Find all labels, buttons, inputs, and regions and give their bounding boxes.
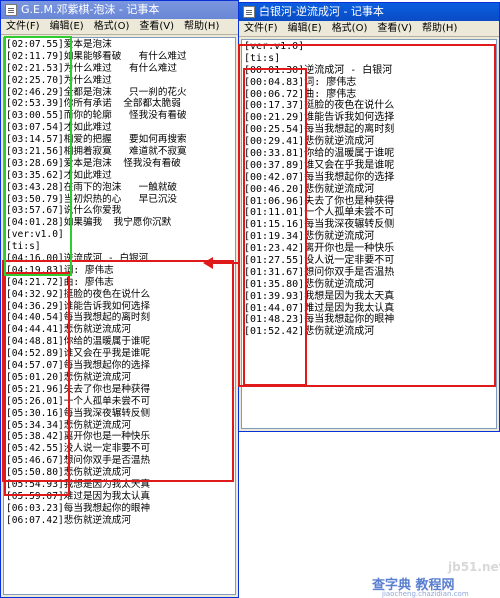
notepad-icon <box>243 6 255 18</box>
text-line: [06:07.42]悲伤就逆流成河 <box>6 514 131 526</box>
red-arrow-icon <box>203 257 213 269</box>
menu-format[interactable]: 格式(O) <box>89 19 135 34</box>
left-timestamp-green-box <box>4 36 72 276</box>
left-timestamp-highlight-box <box>4 272 70 496</box>
red-arrow-line <box>209 262 239 264</box>
menu-format[interactable]: 格式(O) <box>327 21 373 36</box>
menu-view[interactable]: 查看(V) <box>134 19 179 34</box>
right-menu-bar: 文件(F) 编辑(E) 格式(O) 查看(V) 帮助(H) <box>239 21 499 37</box>
menu-file[interactable]: 文件(F) <box>239 21 283 36</box>
left-title-bar[interactable]: G.E.M.邓紫棋-泡沫 - 记事本 <box>1 1 238 19</box>
right-timestamp-highlight-box <box>243 68 307 386</box>
notepad-icon <box>5 4 17 16</box>
watermark-url: jiaocheng.chazidian.com <box>382 590 469 598</box>
left-menu-bar: 文件(F) 编辑(E) 格式(O) 查看(V) 帮助(H) <box>1 19 238 35</box>
watermark-site: jb51.net <box>448 560 500 574</box>
menu-help[interactable]: 帮助(H) <box>179 19 224 34</box>
right-window-title: 白银河-逆流成河 - 记事本 <box>259 5 384 18</box>
menu-view[interactable]: 查看(V) <box>372 21 417 36</box>
text-line: [06:03.23]每当我想起你的眼神 <box>6 502 151 514</box>
menu-edit[interactable]: 编辑(E) <box>45 19 89 34</box>
right-title-bar[interactable]: 白银河-逆流成河 - 记事本 <box>239 3 499 21</box>
menu-edit[interactable]: 编辑(E) <box>283 21 327 36</box>
left-window-title: G.E.M.邓紫棋-泡沫 - 记事本 <box>21 3 160 16</box>
menu-help[interactable]: 帮助(H) <box>417 21 462 36</box>
menu-file[interactable]: 文件(F) <box>1 19 45 34</box>
